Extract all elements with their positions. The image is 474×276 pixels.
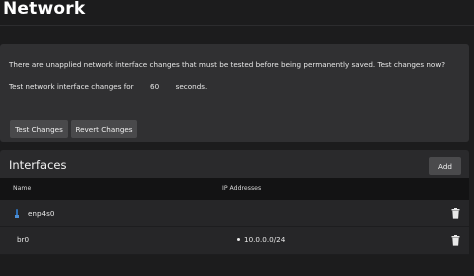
table-row[interactable]: enp4s0 [0, 200, 469, 227]
test-changes-button[interactable]: Test Changes [10, 120, 68, 138]
link-icon [15, 209, 20, 218]
interface-name-cell: br0 [17, 235, 29, 244]
bullet-icon [237, 238, 240, 241]
timeout-suffix-label: seconds. [175, 82, 208, 91]
pending-changes-message: There are unapplied network interface ch… [9, 60, 446, 69]
trash-icon[interactable] [451, 235, 460, 246]
title-divider [0, 25, 474, 26]
interfaces-table: Name IP Addresses enp4s0 br0 10.0.0.0/24 [0, 178, 469, 255]
interface-name-cell: enp4s0 [15, 209, 54, 218]
pending-changes-card: There are unapplied network interface ch… [0, 44, 469, 142]
timeout-seconds-input[interactable] [137, 80, 172, 93]
trash-icon[interactable] [451, 208, 460, 219]
interfaces-header: Interfaces Add [0, 150, 469, 178]
ip-addresses-cell: 10.0.0.0/24 [237, 235, 285, 244]
table-row[interactable]: br0 10.0.0.0/24 [0, 227, 469, 255]
column-header-ip-addresses[interactable]: IP Addresses [222, 185, 261, 192]
interface-name: br0 [17, 235, 30, 244]
test-timeout-row: Test network interface changes for secon… [9, 80, 207, 93]
column-header-name[interactable]: Name [13, 185, 31, 192]
table-header-row: Name IP Addresses [0, 178, 469, 200]
page-title: Network [3, 0, 86, 19]
ip-address: 10.0.0.0/24 [244, 235, 286, 244]
interfaces-title: Interfaces [9, 158, 67, 172]
revert-changes-button[interactable]: Revert Changes [71, 120, 137, 138]
interface-name: enp4s0 [28, 209, 55, 218]
timeout-prefix-label: Test network interface changes for [9, 82, 134, 91]
add-interface-button[interactable]: Add [429, 157, 461, 175]
